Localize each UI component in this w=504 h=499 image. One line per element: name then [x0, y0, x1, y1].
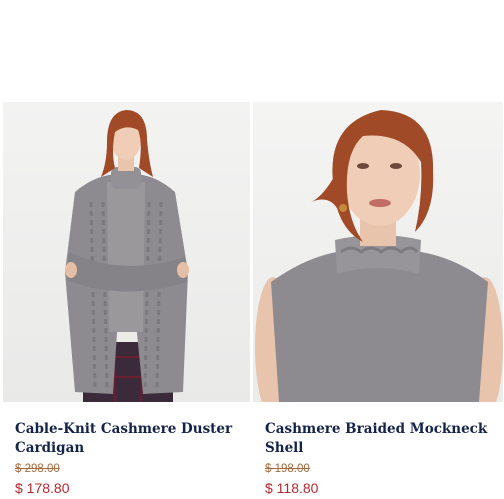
product-name[interactable]: Cashmere Braided Mockneck Shell	[265, 420, 495, 458]
product-card: Cable-Knit Cashmere Duster Cardigan $ 29…	[3, 102, 250, 499]
sale-price: $ 178.80	[15, 480, 70, 496]
sale-price: $ 118.80	[265, 480, 319, 496]
product-image[interactable]	[253, 102, 503, 402]
product-card: Cashmere Braided Mockneck Shell $ 198.00…	[253, 102, 503, 499]
original-price: $ 198.00	[265, 463, 310, 475]
product-grid: Cable-Knit Cashmere Duster Cardigan $ 29…	[0, 102, 504, 499]
product-image[interactable]	[3, 102, 250, 402]
original-price: $ 298.00	[15, 463, 60, 475]
product-name[interactable]: Cable-Knit Cashmere Duster Cardigan	[15, 420, 240, 458]
